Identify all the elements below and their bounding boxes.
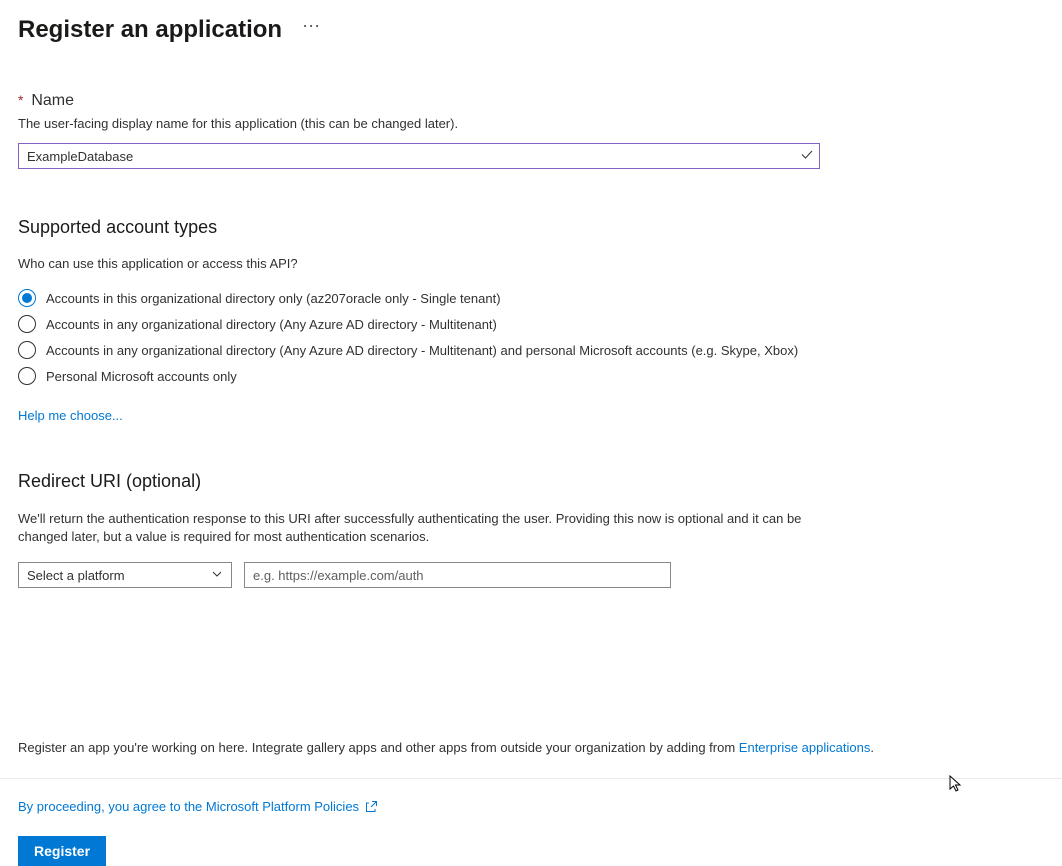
integrate-prefix: Register an app you're working on here. … <box>18 740 739 755</box>
radio-icon <box>18 367 36 385</box>
more-options-icon[interactable]: ⋯ <box>302 17 321 35</box>
radio-label: Accounts in any organizational directory… <box>46 317 497 332</box>
account-types-heading: Supported account types <box>18 217 1044 238</box>
name-label-row: * Name <box>18 92 1044 110</box>
radio-icon <box>18 341 36 359</box>
platform-select[interactable]: Select a platform <box>18 562 232 588</box>
external-link-icon <box>365 800 378 813</box>
radio-label: Accounts in this organizational director… <box>46 291 501 306</box>
platform-select-value: Select a platform <box>27 568 125 583</box>
radio-icon <box>18 315 36 333</box>
account-type-option-multitenant-personal[interactable]: Accounts in any organizational directory… <box>18 337 1044 363</box>
name-label: Name <box>31 92 74 109</box>
page-title: Register an application <box>18 16 282 44</box>
redirect-description: We'll return the authentication response… <box>18 510 828 546</box>
radio-icon <box>18 289 36 307</box>
account-type-option-single-tenant[interactable]: Accounts in this organizational director… <box>18 285 1044 311</box>
redirect-uri-input[interactable] <box>244 562 671 588</box>
integrate-suffix: . <box>870 740 874 755</box>
account-types-radio-group: Accounts in this organizational director… <box>18 285 1044 389</box>
name-help-text: The user-facing display name for this ap… <box>18 116 1044 131</box>
account-type-option-personal-only[interactable]: Personal Microsoft accounts only <box>18 363 1044 389</box>
register-button[interactable]: Register <box>18 836 106 866</box>
name-input[interactable] <box>18 143 820 169</box>
help-me-choose-link[interactable]: Help me choose... <box>18 408 123 423</box>
integrate-text: Register an app you're working on here. … <box>18 740 874 755</box>
account-types-subtext: Who can use this application or access t… <box>18 256 1044 271</box>
footer: By proceeding, you agree to the Microsof… <box>0 778 1062 866</box>
platform-policies-link[interactable]: By proceeding, you agree to the Microsof… <box>18 799 359 814</box>
radio-label: Accounts in any organizational directory… <box>46 343 798 358</box>
enterprise-applications-link[interactable]: Enterprise applications <box>739 740 871 755</box>
required-star-icon: * <box>18 92 23 108</box>
redirect-heading: Redirect URI (optional) <box>18 471 1044 492</box>
account-type-option-multitenant[interactable]: Accounts in any organizational directory… <box>18 311 1044 337</box>
radio-label: Personal Microsoft accounts only <box>46 369 237 384</box>
chevron-down-icon <box>211 568 223 583</box>
